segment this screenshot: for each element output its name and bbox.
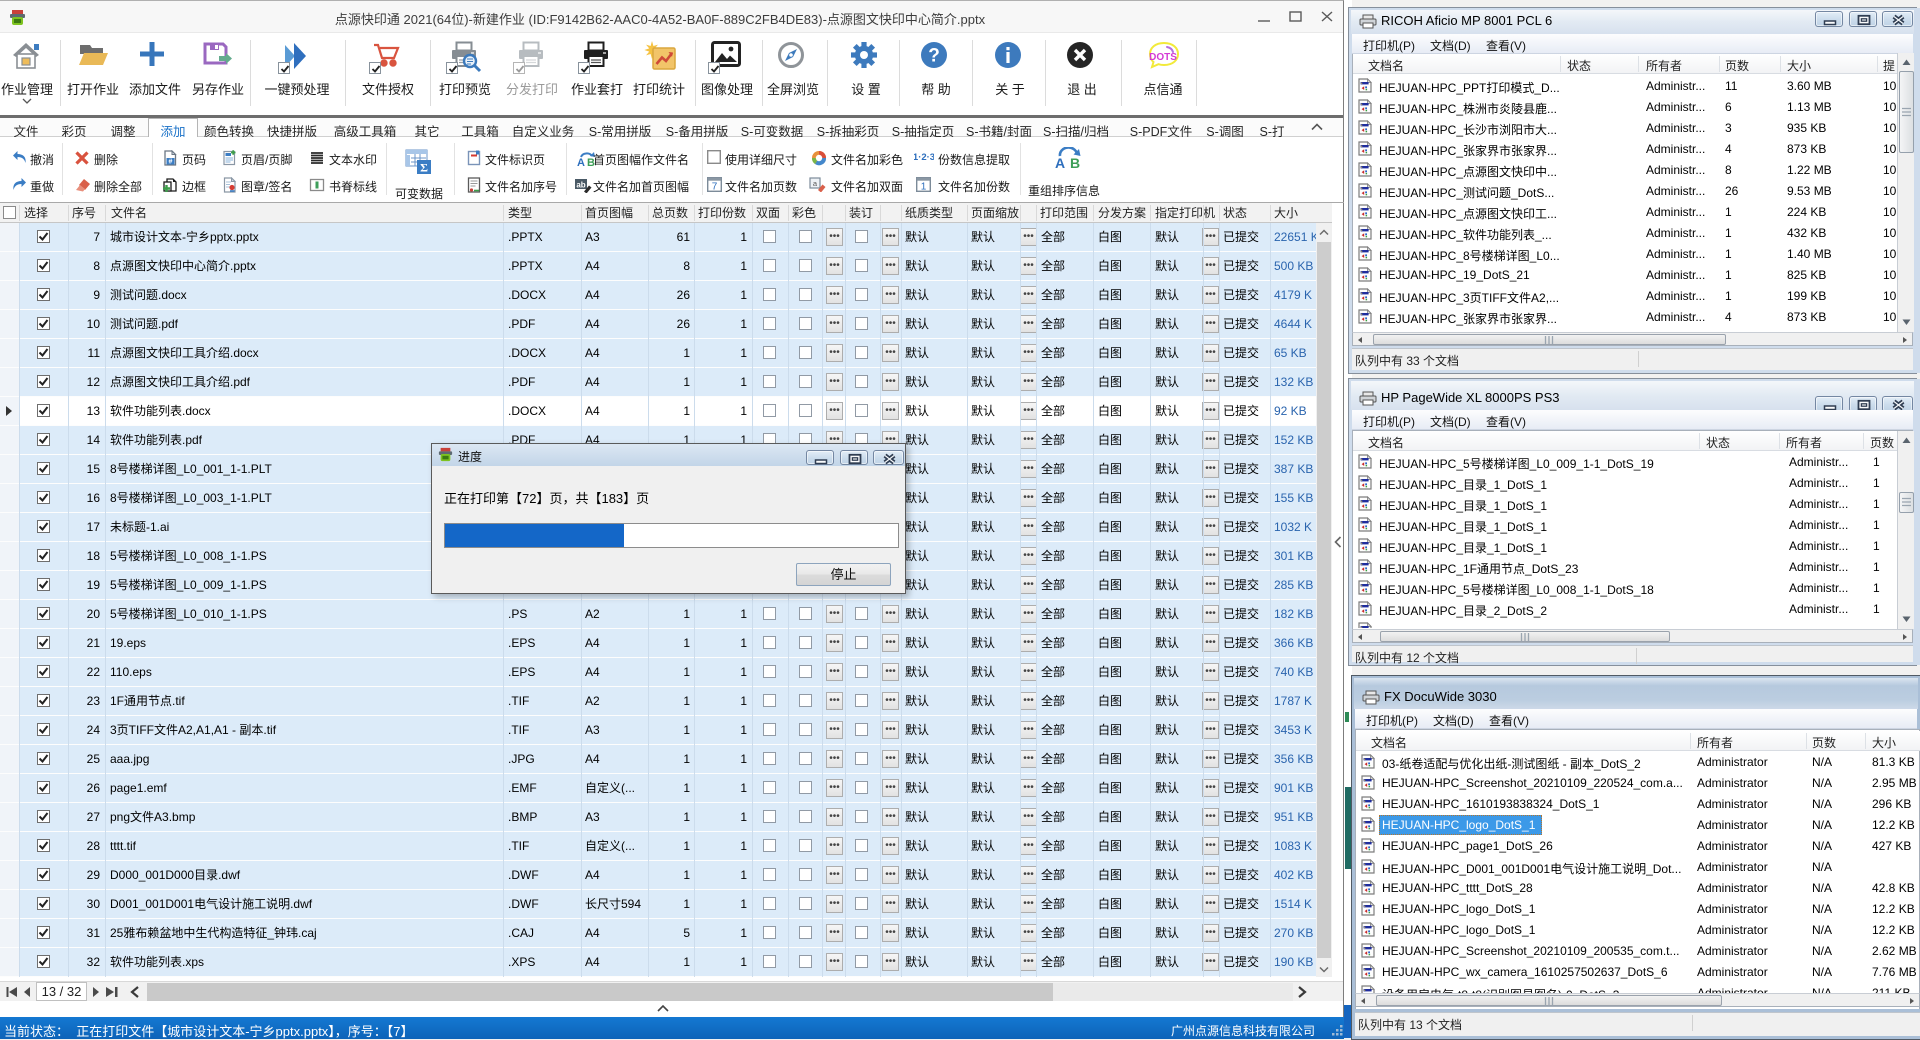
svg-text:DOTS: DOTS (1149, 52, 1177, 63)
svg-text:ab: ab (576, 181, 585, 190)
svg-text:?: ? (928, 46, 940, 67)
svg-text:B: B (1070, 155, 1080, 169)
svg-text:Σ: Σ (420, 161, 428, 175)
svg-text:1: 1 (921, 182, 927, 193)
svg-text:A: A (1055, 155, 1065, 169)
svg-text:A: A (577, 157, 585, 167)
svg-text:1·2·3: 1·2·3 (914, 152, 934, 163)
svg-text:#: # (169, 159, 173, 166)
svg-text:7: 7 (712, 182, 718, 193)
